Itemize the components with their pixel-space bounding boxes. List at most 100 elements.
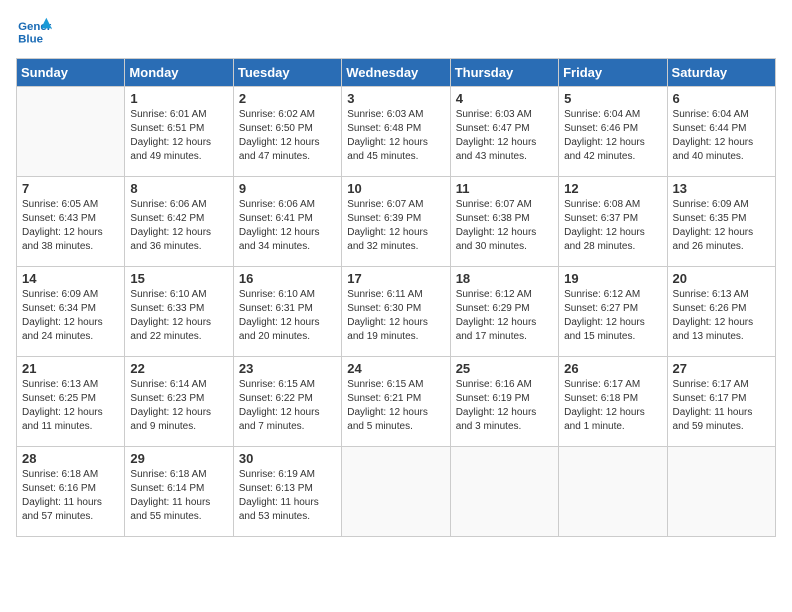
day-detail: Sunrise: 6:15 AM Sunset: 6:22 PM Dayligh… [239, 378, 336, 434]
day-detail: Sunrise: 6:07 AM Sunset: 6:39 PM Dayligh… [347, 198, 444, 254]
calendar-cell: 9 Sunrise: 6:06 AM Sunset: 6:41 PM Daylig… [233, 177, 341, 267]
svg-text:Blue: Blue [18, 33, 43, 45]
header-monday: Monday [125, 59, 233, 87]
calendar-cell: 3 Sunrise: 6:03 AM Sunset: 6:48 PM Daylig… [342, 87, 450, 177]
day-detail: Sunrise: 6:04 AM Sunset: 6:46 PM Dayligh… [564, 108, 661, 164]
day-number: 29 [130, 451, 227, 466]
calendar-cell: 14Sunrise: 6:09 AM Sunset: 6:34 PM Dayli… [17, 267, 125, 357]
day-detail: Sunrise: 6:17 AM Sunset: 6:18 PM Dayligh… [564, 378, 661, 434]
day-detail: Sunrise: 6:19 AM Sunset: 6:13 PM Dayligh… [239, 468, 336, 524]
page-header: General Blue [16, 16, 776, 46]
day-number: 13 [673, 181, 770, 196]
calendar-cell: 28Sunrise: 6:18 AM Sunset: 6:16 PM Dayli… [17, 447, 125, 537]
day-number: 6 [673, 91, 770, 106]
calendar-cell: 22Sunrise: 6:14 AM Sunset: 6:23 PM Dayli… [125, 357, 233, 447]
calendar-cell: 16Sunrise: 6:10 AM Sunset: 6:31 PM Dayli… [233, 267, 341, 357]
logo-icon: General Blue [16, 16, 52, 46]
day-number: 10 [347, 181, 444, 196]
week-row-2: 14Sunrise: 6:09 AM Sunset: 6:34 PM Dayli… [17, 267, 776, 357]
day-number: 21 [22, 361, 119, 376]
calendar-cell: 12Sunrise: 6:08 AM Sunset: 6:37 PM Dayli… [559, 177, 667, 267]
day-number: 15 [130, 271, 227, 286]
calendar-cell: 5 Sunrise: 6:04 AM Sunset: 6:46 PM Daylig… [559, 87, 667, 177]
day-detail: Sunrise: 6:10 AM Sunset: 6:31 PM Dayligh… [239, 288, 336, 344]
calendar-cell: 30 Sunrise: 6:19 AM Sunset: 6:13 PM Dayli… [233, 447, 341, 537]
day-detail: Sunrise: 6:16 AM Sunset: 6:19 PM Dayligh… [456, 378, 553, 434]
calendar-cell [559, 447, 667, 537]
day-number: 23 [239, 361, 336, 376]
day-detail: Sunrise: 6:18 AM Sunset: 6:14 PM Dayligh… [130, 468, 227, 524]
calendar-cell: 19 Sunrise: 6:12 AM Sunset: 6:27 PM Dayli… [559, 267, 667, 357]
day-number: 8 [130, 181, 227, 196]
header-saturday: Saturday [667, 59, 775, 87]
calendar-cell: 8 Sunrise: 6:06 AM Sunset: 6:42 PM Daylig… [125, 177, 233, 267]
week-row-3: 21 Sunrise: 6:13 AM Sunset: 6:25 PM Dayli… [17, 357, 776, 447]
day-detail: Sunrise: 6:13 AM Sunset: 6:26 PM Dayligh… [673, 288, 770, 344]
day-number: 5 [564, 91, 661, 106]
day-detail: Sunrise: 6:13 AM Sunset: 6:25 PM Dayligh… [22, 378, 119, 434]
day-detail: Sunrise: 6:05 AM Sunset: 6:43 PM Dayligh… [22, 198, 119, 254]
calendar-cell: 4 Sunrise: 6:03 AM Sunset: 6:47 PM Daylig… [450, 87, 558, 177]
day-detail: Sunrise: 6:06 AM Sunset: 6:41 PM Dayligh… [239, 198, 336, 254]
calendar-cell: 26 Sunrise: 6:17 AM Sunset: 6:18 PM Dayli… [559, 357, 667, 447]
calendar-cell: 29 Sunrise: 6:18 AM Sunset: 6:14 PM Dayli… [125, 447, 233, 537]
day-number: 9 [239, 181, 336, 196]
calendar-cell [17, 87, 125, 177]
calendar-cell: 13 Sunrise: 6:09 AM Sunset: 6:35 PM Dayli… [667, 177, 775, 267]
day-detail: Sunrise: 6:09 AM Sunset: 6:34 PM Dayligh… [22, 288, 119, 344]
calendar-cell: 21 Sunrise: 6:13 AM Sunset: 6:25 PM Dayli… [17, 357, 125, 447]
day-number: 22 [130, 361, 227, 376]
calendar-cell [450, 447, 558, 537]
calendar-cell: 15 Sunrise: 6:10 AM Sunset: 6:33 PM Dayli… [125, 267, 233, 357]
calendar-cell: 11 Sunrise: 6:07 AM Sunset: 6:38 PM Dayli… [450, 177, 558, 267]
day-number: 25 [456, 361, 553, 376]
week-row-1: 7 Sunrise: 6:05 AM Sunset: 6:43 PM Daylig… [17, 177, 776, 267]
day-detail: Sunrise: 6:03 AM Sunset: 6:48 PM Dayligh… [347, 108, 444, 164]
header-wednesday: Wednesday [342, 59, 450, 87]
calendar-cell: 2Sunrise: 6:02 AM Sunset: 6:50 PM Daylig… [233, 87, 341, 177]
header-tuesday: Tuesday [233, 59, 341, 87]
calendar-cell: 18 Sunrise: 6:12 AM Sunset: 6:29 PM Dayli… [450, 267, 558, 357]
calendar-cell: 7 Sunrise: 6:05 AM Sunset: 6:43 PM Daylig… [17, 177, 125, 267]
day-number: 12 [564, 181, 661, 196]
calendar-cell [667, 447, 775, 537]
calendar-cell: 6Sunrise: 6:04 AM Sunset: 6:44 PM Daylig… [667, 87, 775, 177]
day-number: 7 [22, 181, 119, 196]
day-detail: Sunrise: 6:17 AM Sunset: 6:17 PM Dayligh… [673, 378, 770, 434]
day-detail: Sunrise: 6:10 AM Sunset: 6:33 PM Dayligh… [130, 288, 227, 344]
day-detail: Sunrise: 6:06 AM Sunset: 6:42 PM Dayligh… [130, 198, 227, 254]
calendar-cell: 10 Sunrise: 6:07 AM Sunset: 6:39 PM Dayli… [342, 177, 450, 267]
week-row-0: 1 Sunrise: 6:01 AM Sunset: 6:51 PM Daylig… [17, 87, 776, 177]
calendar-cell: 25 Sunrise: 6:16 AM Sunset: 6:19 PM Dayli… [450, 357, 558, 447]
calendar-cell [342, 447, 450, 537]
logo: General Blue [16, 16, 56, 46]
week-row-4: 28Sunrise: 6:18 AM Sunset: 6:16 PM Dayli… [17, 447, 776, 537]
calendar-cell: 1 Sunrise: 6:01 AM Sunset: 6:51 PM Daylig… [125, 87, 233, 177]
day-detail: Sunrise: 6:18 AM Sunset: 6:16 PM Dayligh… [22, 468, 119, 524]
day-number: 4 [456, 91, 553, 106]
header-sunday: Sunday [17, 59, 125, 87]
day-number: 26 [564, 361, 661, 376]
day-detail: Sunrise: 6:09 AM Sunset: 6:35 PM Dayligh… [673, 198, 770, 254]
day-detail: Sunrise: 6:11 AM Sunset: 6:30 PM Dayligh… [347, 288, 444, 344]
day-number: 1 [130, 91, 227, 106]
header-thursday: Thursday [450, 59, 558, 87]
calendar-cell: 27Sunrise: 6:17 AM Sunset: 6:17 PM Dayli… [667, 357, 775, 447]
day-number: 3 [347, 91, 444, 106]
day-number: 2 [239, 91, 336, 106]
calendar-cell: 23 Sunrise: 6:15 AM Sunset: 6:22 PM Dayli… [233, 357, 341, 447]
day-detail: Sunrise: 6:03 AM Sunset: 6:47 PM Dayligh… [456, 108, 553, 164]
day-detail: Sunrise: 6:12 AM Sunset: 6:29 PM Dayligh… [456, 288, 553, 344]
day-detail: Sunrise: 6:12 AM Sunset: 6:27 PM Dayligh… [564, 288, 661, 344]
day-detail: Sunrise: 6:01 AM Sunset: 6:51 PM Dayligh… [130, 108, 227, 164]
day-detail: Sunrise: 6:15 AM Sunset: 6:21 PM Dayligh… [347, 378, 444, 434]
calendar-cell: 20 Sunrise: 6:13 AM Sunset: 6:26 PM Dayli… [667, 267, 775, 357]
day-number: 30 [239, 451, 336, 466]
day-number: 18 [456, 271, 553, 286]
calendar-body: 1 Sunrise: 6:01 AM Sunset: 6:51 PM Daylig… [17, 87, 776, 537]
calendar-cell: 17Sunrise: 6:11 AM Sunset: 6:30 PM Dayli… [342, 267, 450, 357]
day-number: 20 [673, 271, 770, 286]
day-detail: Sunrise: 6:07 AM Sunset: 6:38 PM Dayligh… [456, 198, 553, 254]
day-number: 19 [564, 271, 661, 286]
day-number: 11 [456, 181, 553, 196]
